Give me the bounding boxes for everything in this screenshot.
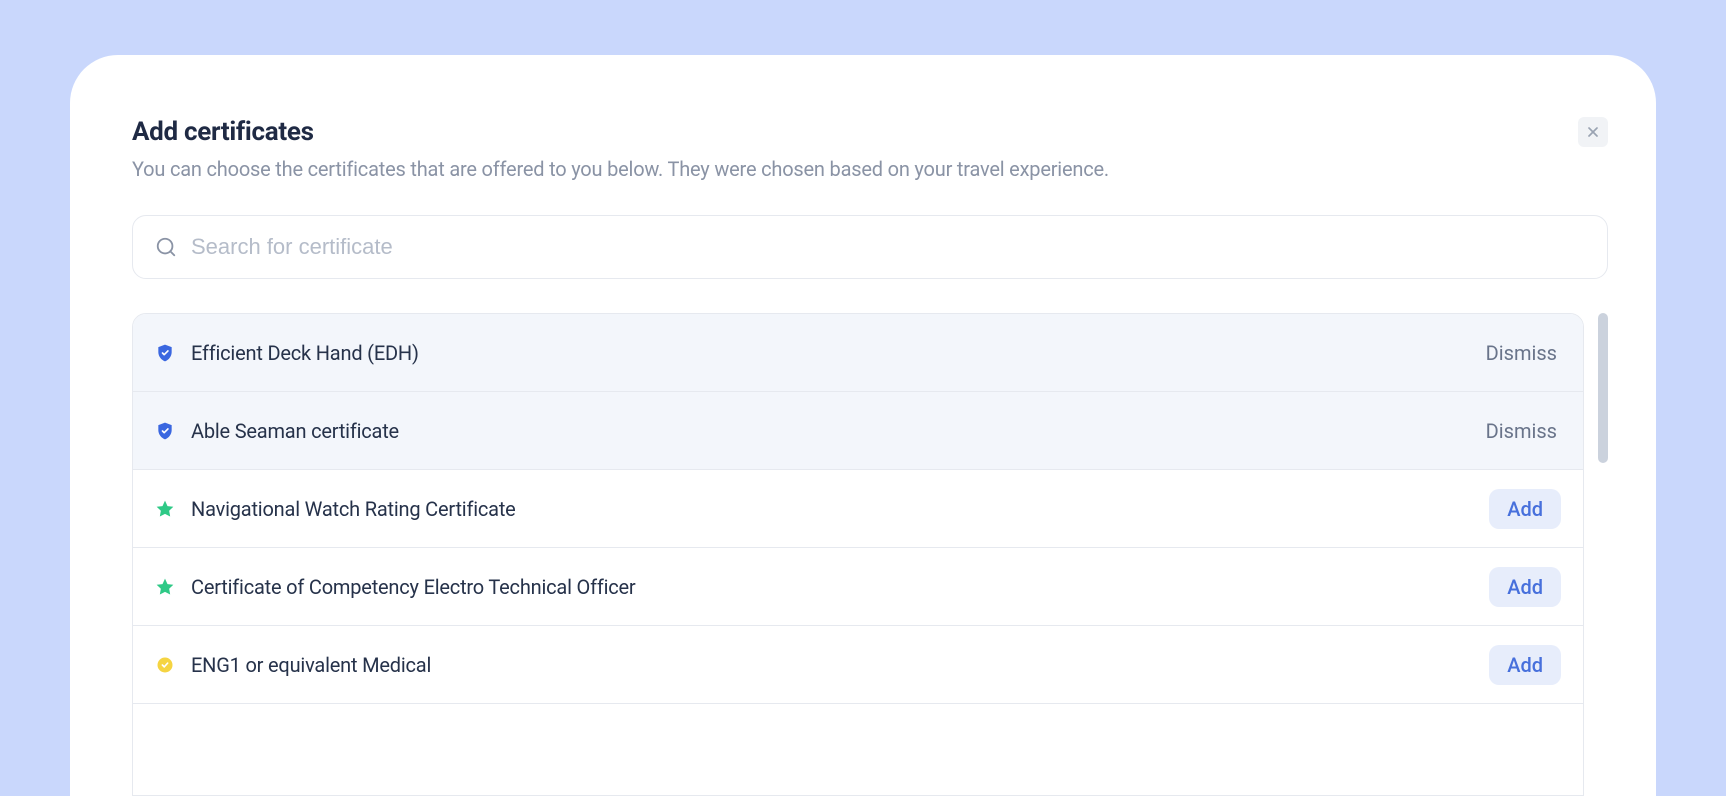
search-icon bbox=[155, 236, 177, 258]
certificate-name: Certificate of Competency Electro Techni… bbox=[191, 575, 1489, 599]
dismiss-button[interactable]: Dismiss bbox=[1482, 335, 1561, 371]
certificate-row[interactable]: Certificate of Competency Electro Techni… bbox=[133, 548, 1583, 626]
certificate-row[interactable]: Efficient Deck Hand (EDH) Dismiss bbox=[133, 314, 1583, 392]
star-icon bbox=[155, 499, 175, 519]
search-container[interactable] bbox=[132, 215, 1608, 279]
certificate-list: Efficient Deck Hand (EDH) Dismiss Able S… bbox=[132, 313, 1584, 796]
shield-check-icon bbox=[155, 343, 175, 363]
close-icon bbox=[1585, 124, 1601, 140]
scrollbar[interactable] bbox=[1598, 313, 1608, 796]
star-icon bbox=[155, 577, 175, 597]
modal-title: Add certificates bbox=[132, 117, 314, 147]
modal-subtitle: You can choose the certificates that are… bbox=[132, 157, 1608, 181]
certificate-row[interactable]: Able Seaman certificate Dismiss bbox=[133, 392, 1583, 470]
list-wrapper: Efficient Deck Hand (EDH) Dismiss Able S… bbox=[132, 313, 1608, 796]
add-button[interactable]: Add bbox=[1489, 489, 1561, 529]
scrollbar-thumb[interactable] bbox=[1598, 313, 1608, 463]
close-button[interactable] bbox=[1578, 117, 1608, 147]
add-button[interactable]: Add bbox=[1489, 645, 1561, 685]
certificate-name: ENG1 or equivalent Medical bbox=[191, 653, 1489, 677]
modal-header: Add certificates bbox=[132, 117, 1608, 147]
add-certificates-modal: Add certificates You can choose the cert… bbox=[70, 55, 1656, 796]
certificate-row[interactable]: ENG1 or equivalent Medical Add bbox=[133, 626, 1583, 704]
dismiss-button[interactable]: Dismiss bbox=[1482, 413, 1561, 449]
certificate-name: Able Seaman certificate bbox=[191, 419, 1482, 443]
certificate-row[interactable]: Navigational Watch Rating Certificate Ad… bbox=[133, 470, 1583, 548]
certificate-name: Navigational Watch Rating Certificate bbox=[191, 497, 1489, 521]
add-button[interactable]: Add bbox=[1489, 567, 1561, 607]
certificate-name: Efficient Deck Hand (EDH) bbox=[191, 341, 1482, 365]
circle-check-icon bbox=[155, 655, 175, 675]
search-input[interactable] bbox=[191, 234, 1585, 260]
shield-check-icon bbox=[155, 421, 175, 441]
certificate-row[interactable] bbox=[133, 704, 1583, 782]
